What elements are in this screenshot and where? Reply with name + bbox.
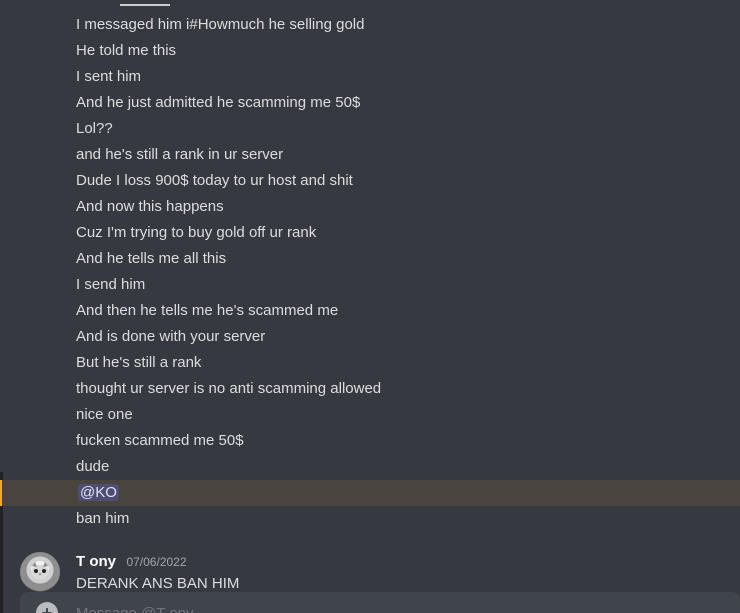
message-line[interactable]: ban him [0,506,740,532]
message-text: DERANK ANS BAN HIM [76,575,240,592]
message-line[interactable]: He told me this [0,38,740,64]
message-text: Lol?? [76,120,113,137]
message-line[interactable]: thought ur server is no anti scamming al… [0,376,740,402]
message-line[interactable]: I messaged him i#Howmuch he selling gold [0,12,740,38]
message-line[interactable]: And then he tells me he's scammed me [0,298,740,324]
attachment-plus-icon[interactable]: + [36,602,58,613]
message-text: And then he tells me he's scammed me [76,302,339,319]
message-line[interactable]: And he just admitted he scamming me 50$ [0,90,740,116]
message-text: ban him [76,510,130,527]
message-text: I messaged him i#Howmuch he selling gold [76,16,365,33]
message-text: He told me this [76,42,177,59]
message-line[interactable]: I send him [0,272,740,298]
message-text: thought ur server is no anti scamming al… [76,380,382,397]
message-line[interactable]: And is done with your server [0,324,740,350]
chat-area: I messaged him i#Howmuch he selling gold… [0,0,740,613]
message-line[interactable]: and he's still a rank in ur server [0,142,740,168]
message-line[interactable]: nice one [0,402,740,428]
message-text: I send him [76,276,146,293]
message-input[interactable] [76,602,676,613]
message-text: nice one [76,406,133,423]
message-line[interactable]: But he's still a rank [0,350,740,376]
message-line[interactable]: Dude I loss 900$ today to ur host and sh… [0,168,740,194]
message-line[interactable]: Cuz I'm trying to buy gold off ur rank [0,220,740,246]
message-text: I sent him [76,68,142,85]
message-text: And he just admitted he scamming me 50$ [76,94,361,111]
message-text: And now this happens [76,198,224,215]
message-line[interactable]: fucken scammed me 50$ [0,428,740,454]
timestamp: 07/06/2022 [126,555,187,569]
message-text: dude [76,458,110,475]
message-text: Dude I loss 900$ today to ur host and sh… [76,172,353,189]
message-line[interactable]: dude [0,454,740,480]
message-composer: + [20,592,740,613]
message-line[interactable]: Lol?? [0,116,740,142]
message-text: Cuz I'm trying to buy gold off ur rank [76,224,317,241]
mention-message-line[interactable]: @KO [0,480,740,506]
message-line[interactable]: And now this happens [0,194,740,220]
message-line[interactable]: I sent him [0,64,740,90]
message-header: T ony 07/06/2022 [76,552,187,572]
message-text: And he tells me all this [76,250,227,267]
message-line[interactable]: And he tells me all this [0,246,740,272]
user-mention[interactable]: @KO [78,484,119,501]
scroll-indicator [120,4,170,6]
author-name[interactable]: T ony [76,553,116,570]
message-text: And is done with your server [76,328,266,345]
message-text: and he's still a rank in ur server [76,146,284,163]
message-text: But he's still a rank [76,354,202,371]
message-text: fucken scammed me 50$ [76,432,244,449]
